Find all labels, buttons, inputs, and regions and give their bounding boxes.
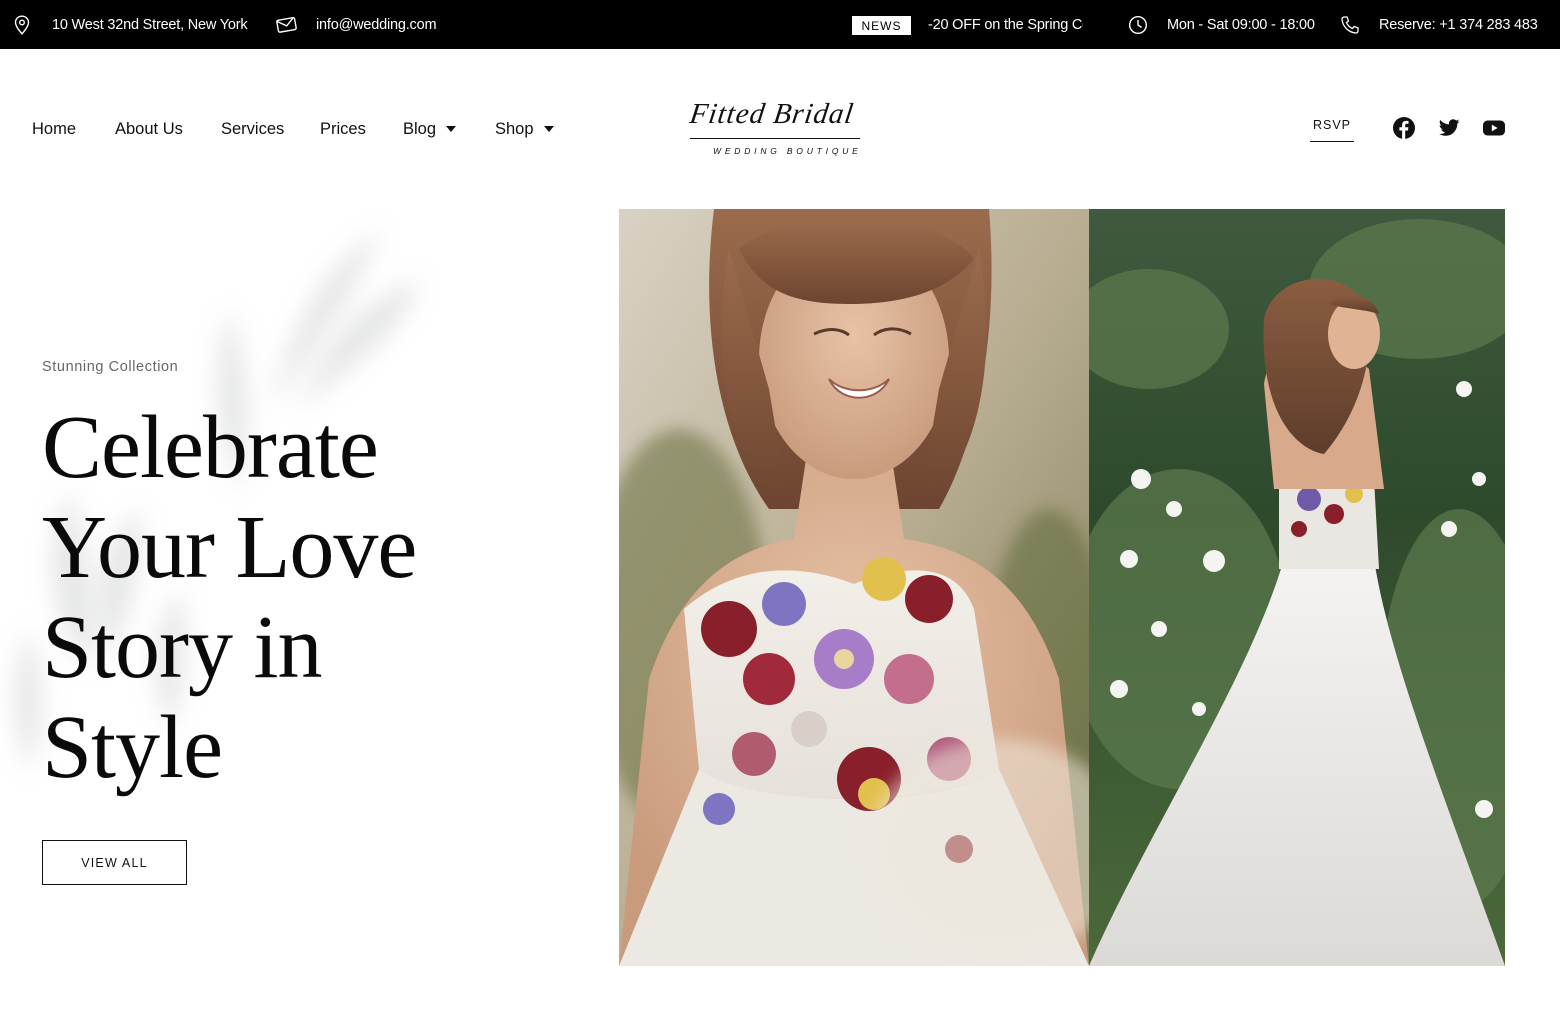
- email-link[interactable]: info@wedding.com: [316, 17, 437, 33]
- headline-line: Style: [42, 698, 223, 797]
- address-text: 10 West 32nd Street, New York: [52, 16, 248, 33]
- facebook-icon[interactable]: [1392, 116, 1416, 140]
- twitter-icon[interactable]: [1437, 116, 1461, 140]
- headline-line: Story in: [42, 598, 323, 697]
- caret-down-icon: [446, 126, 457, 132]
- nav-label: Prices: [320, 119, 366, 138]
- youtube-icon[interactable]: [1482, 116, 1506, 140]
- nav-item-blog[interactable]: Blog: [403, 113, 457, 145]
- hours-item: Mon - Sat 09:00 - 18:00: [1128, 0, 1315, 49]
- nav-label: About Us: [115, 119, 183, 138]
- nav-label: Services: [221, 119, 285, 138]
- map-pin-icon: [14, 14, 30, 35]
- email-item[interactable]: info@wedding.com: [276, 0, 437, 49]
- phone-icon: [1341, 15, 1359, 34]
- logo-subtitle: WEDDING BOUTIQUE: [713, 146, 862, 156]
- nav-item-shop[interactable]: Shop: [495, 113, 554, 145]
- bride-closeup-photo: [619, 209, 1089, 966]
- reserve-phone[interactable]: Reserve: +1 374 283 483: [1379, 17, 1538, 33]
- hero-headline: Celebrate Your Love Story in Style: [42, 398, 562, 798]
- news-badge: NEWS: [852, 16, 911, 35]
- nav-item-prices[interactable]: Prices: [320, 113, 366, 145]
- nav-item-home[interactable]: Home: [32, 113, 76, 145]
- view-all-button[interactable]: VIEW ALL: [42, 840, 187, 885]
- address-item: 10 West 32nd Street, New York: [14, 0, 248, 49]
- rsvp-button[interactable]: RSVP: [1310, 118, 1354, 142]
- clock-icon: [1128, 15, 1148, 34]
- top-bar: 10 West 32nd Street, New York info@weddi…: [0, 0, 1560, 49]
- nav-label: Blog: [403, 119, 437, 138]
- site-logo[interactable]: Fitted Bridal WEDDING BOUTIQUE: [686, 96, 866, 164]
- logo-underline: [690, 138, 860, 139]
- nav-item-services[interactable]: Services: [221, 113, 284, 145]
- nav-label: Home: [32, 119, 77, 138]
- news-text: -20 OFF on the Spring Collection: [928, 16, 1083, 33]
- envelope-icon: [276, 16, 297, 33]
- bride-garden-photo: [1089, 209, 1505, 966]
- logo-script: Fitted Bridal: [687, 98, 856, 130]
- caret-down-icon: [543, 126, 554, 132]
- nav-label: Shop: [495, 119, 534, 138]
- headline-line: Celebrate: [42, 398, 379, 497]
- reserve-item[interactable]: Reserve: +1 374 283 483: [1340, 0, 1538, 49]
- headline-line: Your Love: [42, 498, 417, 597]
- hero-eyebrow: Stunning Collection: [42, 359, 179, 375]
- hours-text: Mon - Sat 09:00 - 18:00: [1167, 16, 1315, 33]
- nav-item-about-us[interactable]: About Us: [115, 113, 183, 145]
- news-ticker[interactable]: -20 OFF on the Spring Collection: [928, 0, 1083, 49]
